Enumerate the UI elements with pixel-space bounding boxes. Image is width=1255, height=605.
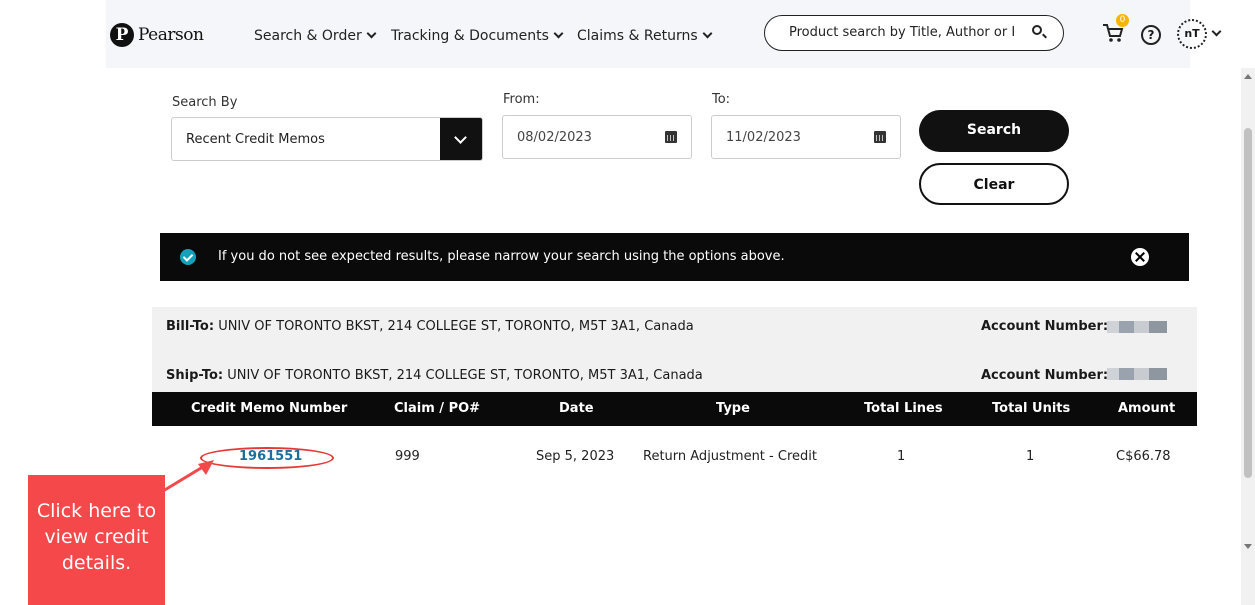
col-total-units[interactable]: Total Units xyxy=(992,401,1070,416)
nav-claims-returns[interactable]: Claims & Returns xyxy=(577,28,713,44)
from-label: From: xyxy=(503,92,540,107)
calendar-icon[interactable] xyxy=(665,131,677,143)
account-number-label: Account Number: xyxy=(981,368,1109,383)
highlight-ellipse xyxy=(200,447,334,469)
redacted-account-number xyxy=(1107,321,1167,333)
cart-count-badge: 0 xyxy=(1116,14,1129,27)
bill-to-address: Bill-To: UNIV OF TORONTO BKST, 214 COLLE… xyxy=(166,319,694,334)
info-alert: If you do not see expected results, plea… xyxy=(160,233,1189,281)
logo-text: Pearson xyxy=(138,25,204,45)
bill-to-label: Bill-To: xyxy=(166,319,215,334)
from-date-input[interactable]: 08/02/2023 xyxy=(502,115,692,159)
callout-arrow xyxy=(162,460,214,493)
calendar-icon[interactable] xyxy=(874,131,886,143)
amount-cell: C$66.78 xyxy=(1116,449,1171,464)
pearson-logo-icon: P xyxy=(110,23,134,47)
search-by-label: Search By xyxy=(172,95,238,110)
alert-message: If you do not see expected results, plea… xyxy=(218,249,785,264)
search-icon[interactable] xyxy=(1032,25,1042,35)
type-cell: Return Adjustment - Credit xyxy=(643,449,817,464)
page-scrollbar[interactable] xyxy=(1241,68,1255,605)
search-by-value: Recent Credit Memos xyxy=(186,132,325,147)
pearson-logo[interactable]: P Pearson xyxy=(110,23,204,47)
check-circle-icon xyxy=(180,249,196,265)
ship-to-row: Ship-To: UNIV OF TORONTO BKST, 214 COLLE… xyxy=(152,350,1197,393)
to-date-input[interactable]: 11/02/2023 xyxy=(711,115,901,159)
col-amount[interactable]: Amount xyxy=(1118,401,1175,416)
scroll-down-arrow-icon[interactable] xyxy=(1244,544,1252,549)
account-number-label: Account Number: xyxy=(981,319,1109,334)
nav-tracking-documents[interactable]: Tracking & Documents xyxy=(391,28,564,44)
to-label: To: xyxy=(712,92,731,107)
col-type[interactable]: Type xyxy=(716,401,750,416)
claim-po-cell: 999 xyxy=(395,449,420,464)
ship-to-label: Ship-To: xyxy=(166,368,224,383)
col-total-lines[interactable]: Total Lines xyxy=(864,401,943,416)
from-date-value: 08/02/2023 xyxy=(517,130,592,145)
date-cell: Sep 5, 2023 xyxy=(536,449,615,464)
callout-annotation: Click here to view credit details. xyxy=(28,475,165,605)
ship-to-value: UNIV OF TORONTO BKST, 214 COLLEGE ST, TO… xyxy=(227,368,703,383)
nav-search-order[interactable]: Search & Order xyxy=(254,28,377,44)
table-header: Credit Memo Number Claim / PO# Date Type… xyxy=(152,392,1197,426)
chevron-down-icon[interactable] xyxy=(440,118,482,160)
nav-label: Claims & Returns xyxy=(577,28,698,44)
clear-button[interactable]: Clear xyxy=(919,163,1069,205)
total-lines-cell: 1 xyxy=(897,449,906,464)
chevron-down-icon xyxy=(553,28,564,39)
close-icon[interactable] xyxy=(1131,248,1149,266)
total-units-cell: 1 xyxy=(1026,449,1035,464)
scroll-up-arrow-icon[interactable] xyxy=(1244,74,1252,79)
to-date-value: 11/02/2023 xyxy=(726,130,801,145)
search-button[interactable]: Search xyxy=(919,110,1069,152)
ship-to-address: Ship-To: UNIV OF TORONTO BKST, 214 COLLE… xyxy=(166,368,703,383)
help-icon[interactable]: ? xyxy=(1141,25,1161,45)
chevron-down-icon xyxy=(366,28,377,39)
avatar[interactable]: nT xyxy=(1177,19,1207,49)
col-credit-memo-number[interactable]: Credit Memo Number xyxy=(191,401,347,416)
col-claim-po[interactable]: Claim / PO# xyxy=(394,401,480,416)
bill-to-row: Bill-To: UNIV OF TORONTO BKST, 214 COLLE… xyxy=(152,307,1197,350)
search-by-select[interactable]: Recent Credit Memos xyxy=(171,117,483,161)
nav-label: Search & Order xyxy=(254,28,362,44)
chevron-down-icon[interactable] xyxy=(1211,26,1222,37)
nav-label: Tracking & Documents xyxy=(391,28,549,44)
chevron-down-icon xyxy=(702,28,713,39)
search-placeholder: Product search by Title, Author or I xyxy=(789,25,1016,40)
redacted-account-number xyxy=(1107,368,1167,380)
col-date[interactable]: Date xyxy=(559,401,594,416)
product-search-input[interactable]: Product search by Title, Author or I xyxy=(764,15,1064,51)
bill-to-value: UNIV OF TORONTO BKST, 214 COLLEGE ST, TO… xyxy=(218,319,694,334)
scroll-thumb[interactable] xyxy=(1244,128,1252,478)
